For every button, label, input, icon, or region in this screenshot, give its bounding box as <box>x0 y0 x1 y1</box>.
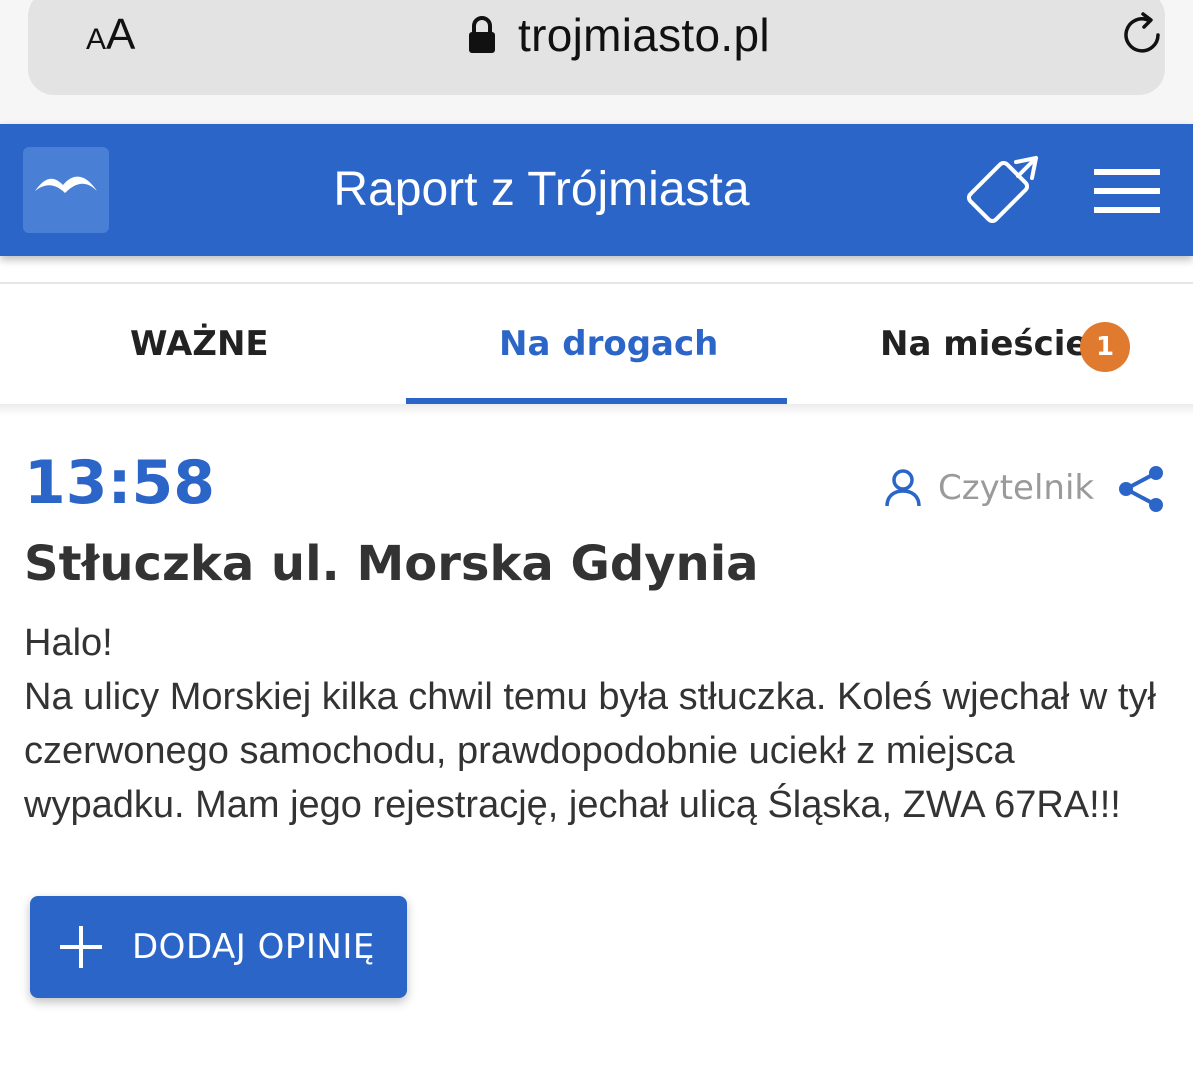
plus-icon <box>60 926 102 968</box>
text-size-large-glyph: A <box>106 10 136 59</box>
tab-na-drogach[interactable]: Na drogach <box>499 324 718 364</box>
add-opinion-label: DODAJ OPINIĘ <box>132 927 375 967</box>
author-name: Czytelnik <box>938 468 1095 508</box>
post-time: 13:58 <box>24 448 215 518</box>
post-title: Stłuczka ul. Morska Gdynia <box>24 536 759 592</box>
page-title: Raport z Trójmiasta <box>333 163 750 216</box>
browser-toolbar: AA trojmiasto.pl <box>0 0 1193 124</box>
app-header: Raport z Trójmiasta <box>0 124 1193 256</box>
category-tabs: WAŻNE Na drogach Na mieście 1 <box>0 282 1193 406</box>
share-icon[interactable] <box>1116 464 1166 514</box>
url-display[interactable]: trojmiasto.pl <box>468 8 770 62</box>
rotate-phone-icon[interactable] <box>966 152 1046 224</box>
url-text: trojmiasto.pl <box>518 9 770 61</box>
tabs-divider <box>0 404 1193 416</box>
user-icon <box>885 469 921 507</box>
post-body: Halo! Na ulicy Morskiej kilka chwil temu… <box>24 616 1174 832</box>
post-author: Czytelnik <box>884 468 1094 508</box>
notification-badge: 1 <box>1080 322 1130 372</box>
add-opinion-button[interactable]: DODAJ OPINIĘ <box>30 896 407 998</box>
lock-icon <box>469 16 495 53</box>
post-greeting: Halo! <box>24 622 113 664</box>
tab-na-miescie[interactable]: Na mieście <box>880 324 1088 364</box>
hamburger-menu-icon[interactable] <box>1094 169 1160 213</box>
text-size-button[interactable]: AA <box>86 10 135 60</box>
post-text: Na ulicy Morskiej kilka chwil temu była … <box>24 676 1156 826</box>
address-bar[interactable]: AA trojmiasto.pl <box>28 0 1165 95</box>
tab-wazne[interactable]: WAŻNE <box>130 324 269 364</box>
text-size-small-glyph: A <box>86 23 107 56</box>
reload-icon[interactable] <box>1118 10 1168 60</box>
